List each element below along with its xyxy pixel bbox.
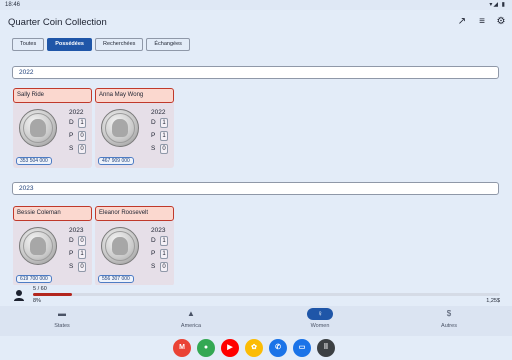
nav-america[interactable]: ▲ America	[156, 308, 226, 334]
mint-d-label: D	[151, 237, 156, 244]
progress-bar	[33, 293, 500, 296]
nav-label: States	[54, 323, 70, 329]
nav-others[interactable]: $ Autres	[414, 308, 484, 334]
mintage-badge: 556 307 000	[98, 275, 134, 283]
app-bar: Quarter Coin Collection ↗ ≡ ⚙	[0, 10, 512, 35]
coin-image	[101, 227, 139, 265]
mint-p-count[interactable]: 1	[78, 249, 86, 259]
coin-year: 2022	[151, 109, 166, 116]
mint-p-label: P	[151, 250, 156, 257]
woman-icon: ♀	[307, 308, 333, 320]
year-header: 2023	[12, 182, 499, 195]
taskbar: M ● ▶ ✿ ✆ ▭ ⠿	[0, 336, 512, 360]
coin-year: 2023	[69, 227, 84, 234]
system-icons: ▾◢ ▮	[489, 2, 506, 8]
map-icon: ▬	[58, 309, 66, 318]
nav-label: America	[180, 323, 202, 329]
coin-year: 2022	[69, 109, 84, 116]
progress-percent: 8%	[33, 298, 41, 304]
app-dock: M ● ▶ ✿ ✆ ▭ ⠿	[173, 339, 335, 357]
mintage-badge: 467 909 000	[98, 157, 134, 165]
mint-s-count[interactable]: 0	[160, 262, 168, 272]
coin-name: Eleanor Roosevelt	[95, 206, 174, 221]
app-drawer-icon[interactable]: ⠿	[317, 339, 335, 357]
coin-name: Sally Ride	[13, 88, 92, 103]
coin-name: Anna May Wong	[95, 88, 174, 103]
mint-s-count[interactable]: 0	[160, 144, 168, 154]
clock: 18:46	[5, 2, 21, 8]
mint-p-label: P	[69, 132, 74, 139]
coin-name: Bessie Coleman	[13, 206, 92, 221]
settings-icon[interactable]: ⚙	[494, 15, 508, 29]
coin-image	[19, 227, 57, 265]
status-bar: 18:46 ▾◢ ▮	[0, 0, 512, 10]
dollar-icon: $	[446, 309, 452, 318]
nav-states[interactable]: ▬ States	[27, 308, 97, 334]
mint-s-label: S	[69, 145, 74, 152]
mint-s-label: S	[151, 263, 156, 270]
nav-women[interactable]: ♀ Women	[285, 308, 355, 334]
progress-fill	[33, 293, 72, 296]
mint-p-count[interactable]: 1	[160, 249, 168, 259]
sort-icon[interactable]: ≡	[475, 15, 489, 29]
collection-list[interactable]: 2022 Sally Ride 2022 D1 P0 S0 353 504 00…	[0, 56, 512, 286]
bottom-navigation: ▬ States ▲ America ♀ Women $ Autres	[0, 306, 512, 336]
coin-image	[101, 109, 139, 147]
mint-d-label: D	[151, 119, 156, 126]
mint-s-count[interactable]: 0	[78, 144, 86, 154]
year-header: 2022	[12, 66, 499, 79]
messages-icon[interactable]: ▭	[293, 339, 311, 357]
filter-owned[interactable]: Possédées	[47, 38, 92, 51]
photos-icon[interactable]: ✿	[245, 339, 263, 357]
coin-image	[19, 109, 57, 147]
phone-icon[interactable]: ✆	[269, 339, 287, 357]
landscape-icon: ▲	[187, 309, 195, 318]
mint-s-label: S	[69, 263, 74, 270]
mint-d-count[interactable]: 1	[160, 236, 168, 246]
coin-card[interactable]: Sally Ride 2022 D1 P0 S0 353 504 000	[13, 88, 92, 168]
coin-card[interactable]: Bessie Coleman 2023 D0 P1 S0 619 700 000	[13, 206, 92, 286]
nav-label: Autres	[441, 323, 457, 329]
gmail-icon[interactable]: M	[173, 339, 191, 357]
filter-wanted[interactable]: Recherchées	[94, 38, 144, 51]
mint-s-label: S	[151, 145, 156, 152]
filter-traded[interactable]: Échangées	[146, 38, 190, 51]
mint-d-label: D	[69, 237, 74, 244]
mint-p-count[interactable]: 0	[78, 131, 86, 141]
mint-d-count[interactable]: 1	[78, 118, 86, 128]
progress-count: 5 / 60	[33, 286, 47, 292]
mint-d-label: D	[69, 119, 74, 126]
collection-progress: 5 / 60 8% 1,25$	[0, 285, 512, 306]
mint-d-count[interactable]: 1	[160, 118, 168, 128]
woman-avatar-icon	[14, 290, 24, 301]
mintage-badge: 619 700 000	[16, 275, 52, 283]
mint-p-label: P	[151, 132, 156, 139]
collection-value: 1,25$	[486, 298, 500, 304]
trending-up-icon[interactable]: ↗	[455, 15, 469, 29]
coin-year: 2023	[151, 227, 166, 234]
mint-p-count[interactable]: 1	[160, 131, 168, 141]
coin-card[interactable]: Eleanor Roosevelt 2023 D1 P1 S0 556 307 …	[95, 206, 174, 286]
mint-d-count[interactable]: 0	[78, 236, 86, 246]
coin-card[interactable]: Anna May Wong 2022 D1 P1 S0 467 909 000	[95, 88, 174, 168]
mint-s-count[interactable]: 0	[78, 262, 86, 272]
mintage-badge: 353 504 000	[16, 157, 52, 165]
page-title: Quarter Coin Collection	[8, 17, 107, 28]
chrome-icon[interactable]: ●	[197, 339, 215, 357]
nav-label: Women	[310, 323, 330, 329]
youtube-icon[interactable]: ▶	[221, 339, 239, 357]
filter-chips: Toutes Possédées Recherchées Échangées	[12, 38, 190, 51]
mint-p-label: P	[69, 250, 74, 257]
filter-all[interactable]: Toutes	[12, 38, 45, 51]
